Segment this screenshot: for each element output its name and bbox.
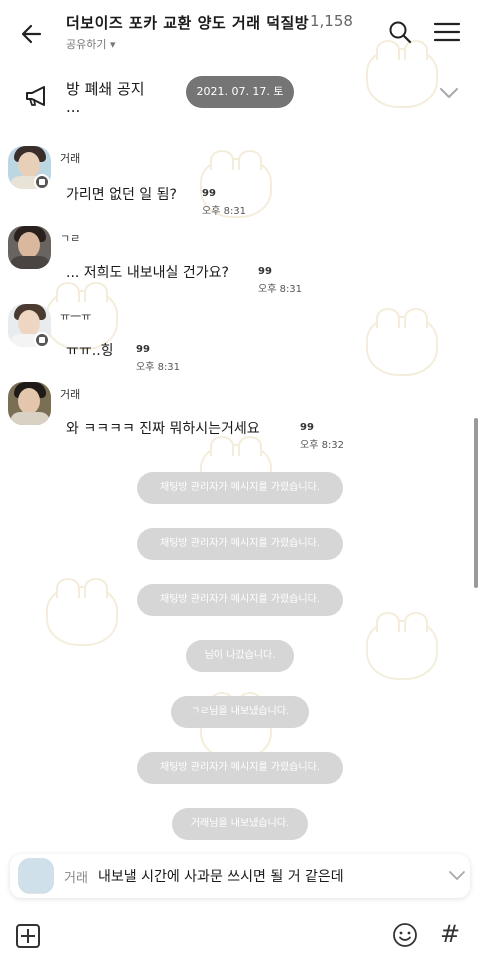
date-divider: 2021. 07. 17. 토 (186, 76, 294, 108)
reaction-count[interactable]: 99 (202, 188, 216, 199)
emoji-icon[interactable] (392, 922, 418, 948)
message-time: 오후 8:31 (258, 284, 303, 295)
message-text[interactable]: ㅠㅠ..힝 (66, 340, 114, 360)
chat-room-title: 더보이즈 포카 교환 양도 거래 덕질방 (66, 14, 310, 32)
member-count: 1,158 (310, 12, 353, 30)
avatar[interactable] (8, 226, 51, 269)
sender-name: ㅠ一ㅠ (60, 310, 92, 323)
message-time: 오후 8:32 (300, 440, 345, 451)
system-message: 거래님을 내보냈습니다. (172, 808, 308, 840)
megaphone-icon (26, 86, 45, 106)
message-text[interactable]: 가리면 없던 일 됨? (66, 184, 177, 204)
preview-sender: 거래 (64, 871, 88, 886)
notice-title: 방 폐쇄 공지 (66, 80, 145, 98)
sender-name: 거래 (60, 152, 81, 165)
preview-text: 내보낼 시간에 사과문 쓰시면 될 거 같은데 (98, 869, 344, 885)
latest-message-preview[interactable]: 거래 내보낼 시간에 사과문 쓰시면 될 거 같은데 (10, 854, 470, 898)
chevron-down-icon[interactable] (448, 870, 466, 882)
message-text[interactable]: ... 저희도 내보내실 건가요? (66, 262, 229, 282)
scrollbar[interactable] (474, 418, 478, 588)
badge-icon (34, 332, 50, 348)
back-arrow-icon[interactable] (16, 18, 48, 50)
menu-icon[interactable] (432, 18, 462, 46)
system-message: 님이 나갔습니다. (186, 640, 294, 672)
hashtag-button[interactable]: # (440, 920, 460, 948)
background-bear-watermark (46, 578, 118, 646)
system-message: 채팅방 관리자가 메시지를 가렸습니다. (137, 472, 343, 504)
message-time: 오후 8:31 (136, 362, 181, 373)
reaction-count[interactable]: 99 (258, 266, 272, 277)
chat-header: 더보이즈 포카 교환 양도 거래 덕질방 1,158 공유하기 ▾ (0, 0, 480, 64)
system-message: ㄱㄹ님을 내보냈습니다. (171, 696, 309, 728)
avatar (18, 858, 54, 894)
sender-name: ㄱㄹ (60, 232, 81, 245)
reaction-count[interactable]: 99 (300, 422, 314, 433)
system-message: 채팅방 관리자가 메시지를 가렸습니다. (137, 528, 343, 560)
notice-preview: ... (66, 98, 81, 116)
search-icon[interactable] (386, 18, 414, 46)
sender-name: 거래 (60, 388, 81, 401)
reaction-count[interactable]: 99 (136, 344, 150, 355)
system-message: 채팅방 관리자가 메시지를 가렸습니다. (137, 752, 343, 784)
message-text[interactable]: 와 ㅋㅋㅋㅋ 진짜 뭐하시는거세요 (66, 418, 260, 438)
system-message: 채팅방 관리자가 메시지를 가렸습니다. (137, 584, 343, 616)
message-time: 오후 8:31 (202, 206, 247, 217)
input-bar: # (0, 906, 480, 964)
badge-icon (34, 174, 50, 190)
background-bear-watermark (366, 308, 438, 376)
share-button[interactable]: 공유하기 ▾ (66, 36, 116, 52)
background-bear-watermark (366, 612, 438, 680)
add-attachment-icon[interactable] (16, 924, 40, 948)
chevron-down-icon[interactable] (438, 86, 460, 100)
avatar[interactable] (8, 382, 51, 425)
